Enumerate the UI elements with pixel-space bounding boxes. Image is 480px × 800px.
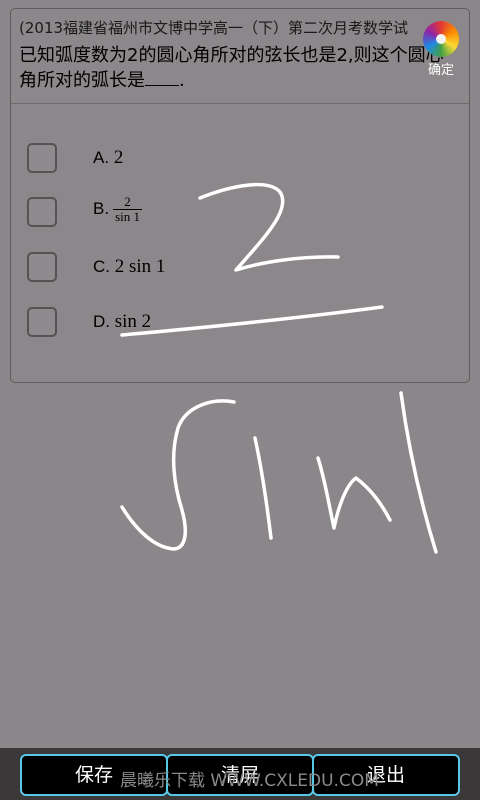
option-b[interactable]: B. 2 sin 1	[27, 195, 427, 231]
option-c-letter: C.	[93, 257, 110, 276]
option-d-text: D. sin 2	[93, 311, 151, 333]
confirm-label: 确定	[427, 63, 454, 78]
option-c-text: C. 2 sin 1	[93, 256, 165, 278]
question-end: .	[179, 70, 185, 91]
option-d-value: sin 2	[114, 311, 152, 332]
option-d-letter: D.	[93, 312, 110, 331]
option-b-fraction: 2 sin 1	[113, 195, 142, 224]
question-card: (2013福建省福州市文博中学高一（下）第二次月考数学试 已知弧度数为2的圆心角…	[10, 8, 470, 383]
option-a-text: A. 2	[93, 147, 123, 169]
option-a-value: 2	[113, 147, 124, 168]
option-b-letter: B.	[93, 198, 110, 218]
color-wheel-icon	[423, 21, 459, 57]
ink-stroke-n	[316, 456, 392, 530]
question-stem: 已知弧度数为2的圆心角所对的弦长也是2,则这个圆心角所对的弧长是	[19, 45, 444, 91]
ink-stroke-i	[253, 436, 273, 540]
option-a-checkbox[interactable]	[27, 143, 57, 173]
option-d[interactable]: D. sin 2	[27, 307, 427, 341]
ink-stroke-l	[399, 391, 438, 554]
exit-button[interactable]: 退出	[312, 754, 460, 796]
option-b-numerator: 2	[113, 195, 142, 210]
save-button[interactable]: 保存	[20, 754, 168, 796]
option-a[interactable]: A. 2	[27, 143, 427, 177]
option-a-letter: A.	[93, 148, 110, 167]
option-d-checkbox[interactable]	[27, 307, 57, 337]
option-c-value: 2 sin 1	[114, 256, 166, 277]
option-c-checkbox[interactable]	[27, 252, 57, 282]
answer-blank	[145, 69, 179, 86]
confirm-button[interactable]: 确定	[421, 21, 461, 83]
option-c[interactable]: C. 2 sin 1	[27, 252, 427, 286]
option-b-checkbox[interactable]	[27, 197, 57, 227]
option-b-text: B. 2 sin 1	[93, 195, 142, 224]
divider	[11, 103, 469, 104]
bottom-toolbar: 保存 清屏 退出	[0, 748, 480, 800]
question-text: 已知弧度数为2的圆心角所对的弦长也是2,则这个圆心角所对的弧长是.	[19, 43, 459, 93]
ink-stroke-s	[120, 399, 236, 551]
option-b-denominator: sin 1	[115, 209, 140, 224]
clear-button[interactable]: 清屏	[166, 754, 314, 796]
question-source: (2013福建省福州市文博中学高一（下）第二次月考数学试	[19, 19, 409, 37]
